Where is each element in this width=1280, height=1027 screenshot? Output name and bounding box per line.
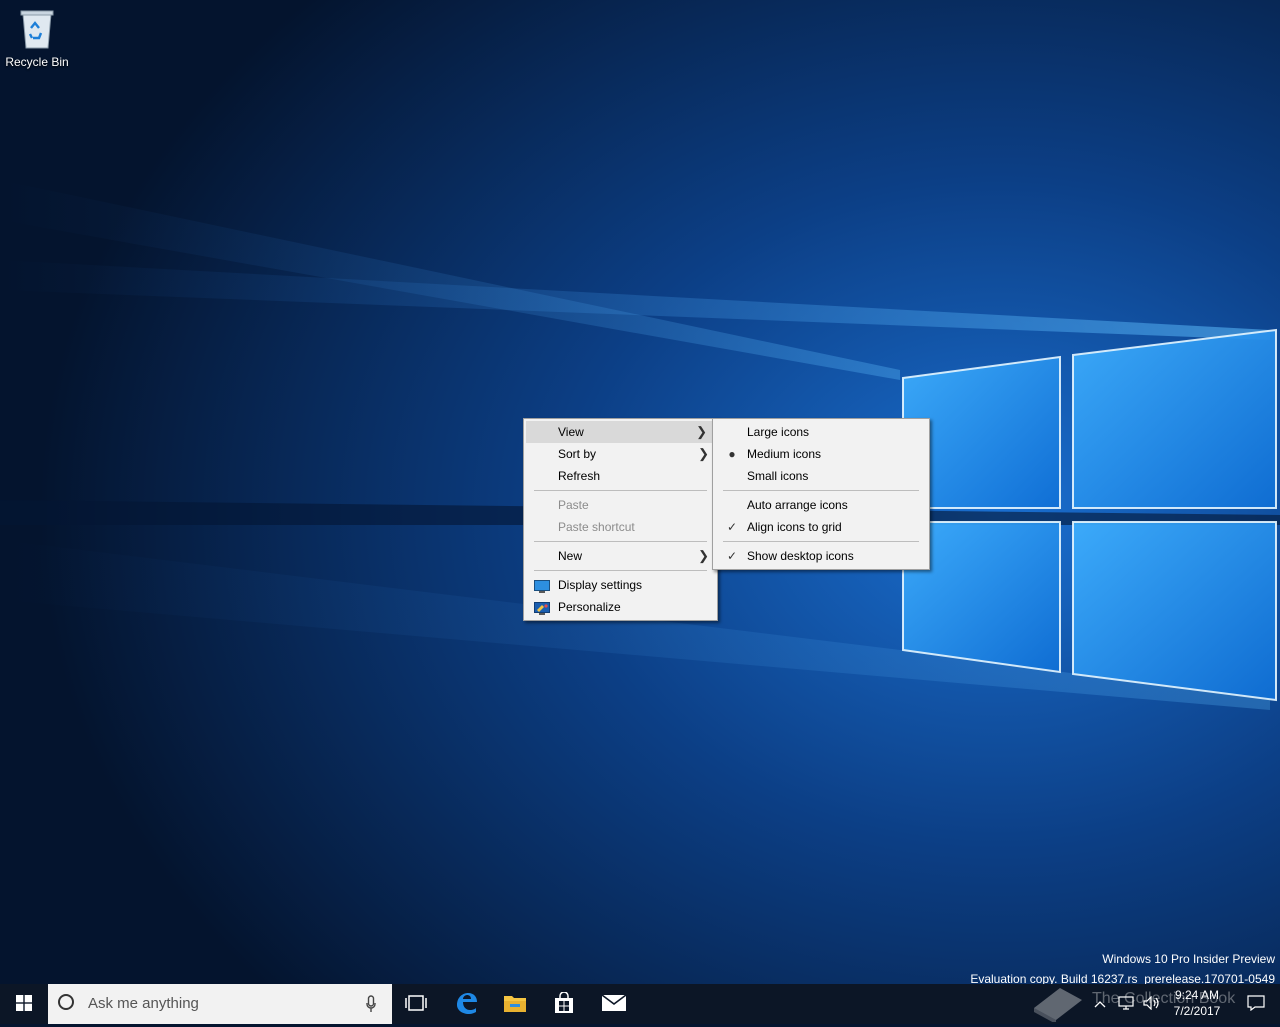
- menu-separator: [723, 541, 919, 542]
- menu-separator: [534, 541, 707, 542]
- desktop-icon-label: Recycle Bin: [5, 55, 69, 69]
- menu-item-label: Show desktop icons: [747, 549, 854, 563]
- task-view-button[interactable]: [392, 984, 440, 1024]
- menu-item-label: Auto arrange icons: [747, 498, 848, 512]
- chevron-right-icon: ❯: [698, 548, 709, 563]
- brand-watermark: The Collection Book: [1030, 978, 1260, 1024]
- menu-item-label: Large icons: [747, 425, 810, 439]
- menu-item-label: Paste: [558, 498, 589, 512]
- submenu-item-medium-icons[interactable]: ● Medium icons: [713, 443, 929, 465]
- radio-bullet-icon: ●: [728, 447, 736, 461]
- view-submenu: Large icons ● Medium icons Small icons A…: [712, 418, 930, 570]
- menu-item-label: Medium icons: [747, 447, 822, 461]
- store-icon: [553, 990, 575, 1017]
- start-button[interactable]: [0, 984, 48, 1024]
- submenu-item-large-icons[interactable]: Large icons: [713, 421, 929, 443]
- mail-icon: [601, 993, 627, 1015]
- menu-item-label: Sort by: [558, 447, 597, 461]
- mail-button[interactable]: [590, 984, 638, 1024]
- menu-item-new[interactable]: New ❯: [524, 545, 717, 567]
- menu-item-label: Personalize: [558, 600, 621, 614]
- menu-item-view[interactable]: View ❯: [526, 421, 715, 443]
- menu-item-display-settings[interactable]: Display settings: [524, 574, 717, 596]
- desktop-icon-recycle-bin[interactable]: Recycle Bin: [2, 6, 72, 69]
- menu-separator: [534, 570, 707, 571]
- chevron-right-icon: ❯: [696, 424, 707, 439]
- search-placeholder: Ask me anything: [88, 995, 199, 1012]
- task-view-icon: [405, 994, 427, 1014]
- cortana-icon: [58, 994, 74, 1010]
- menu-item-label: Small icons: [747, 469, 809, 483]
- book-logo-icon: [1030, 982, 1086, 1027]
- menu-item-label: Align icons to grid: [747, 520, 842, 534]
- edge-button[interactable]: [442, 984, 490, 1024]
- store-button[interactable]: [540, 984, 588, 1024]
- menu-item-label: Display settings: [558, 578, 643, 592]
- checkmark-icon: ✓: [726, 520, 738, 534]
- menu-item-paste-shortcut: Paste shortcut: [524, 516, 717, 538]
- chevron-right-icon: ❯: [698, 446, 709, 461]
- submenu-item-align-grid[interactable]: ✓ Align icons to grid: [713, 516, 929, 538]
- menu-item-refresh[interactable]: Refresh: [524, 465, 717, 487]
- file-explorer-icon: [503, 993, 527, 1016]
- file-explorer-button[interactable]: [491, 984, 539, 1024]
- edge-icon: [454, 991, 478, 1018]
- windows-logo-icon: [16, 994, 32, 1014]
- submenu-item-small-icons[interactable]: Small icons: [713, 465, 929, 487]
- menu-item-paste: Paste: [524, 494, 717, 516]
- recycle-bin-icon: [17, 10, 57, 53]
- personalize-icon: [534, 600, 550, 615]
- menu-separator: [534, 490, 707, 491]
- cortana-search-box[interactable]: Ask me anything: [48, 984, 392, 1024]
- menu-item-personalize[interactable]: Personalize: [524, 596, 717, 618]
- display-settings-icon: [534, 578, 550, 593]
- menu-item-label: Paste shortcut: [558, 520, 635, 534]
- watermark-edition: Windows 10 Pro Insider Preview: [1102, 952, 1275, 966]
- menu-item-label: View: [558, 425, 584, 439]
- submenu-item-show-desktop-icons[interactable]: ✓ Show desktop icons: [713, 545, 929, 567]
- brand-text: The Collection Book: [1092, 990, 1236, 1007]
- menu-item-label: Refresh: [558, 469, 601, 483]
- microphone-icon[interactable]: [366, 995, 376, 1016]
- menu-item-sort-by[interactable]: Sort by ❯: [524, 443, 717, 465]
- menu-separator: [723, 490, 919, 491]
- menu-item-label: New: [558, 549, 583, 563]
- submenu-item-auto-arrange[interactable]: Auto arrange icons: [713, 494, 929, 516]
- desktop-context-menu: View ❯ Sort by ❯ Refresh Paste Paste sho…: [523, 418, 718, 621]
- checkmark-icon: ✓: [726, 549, 738, 563]
